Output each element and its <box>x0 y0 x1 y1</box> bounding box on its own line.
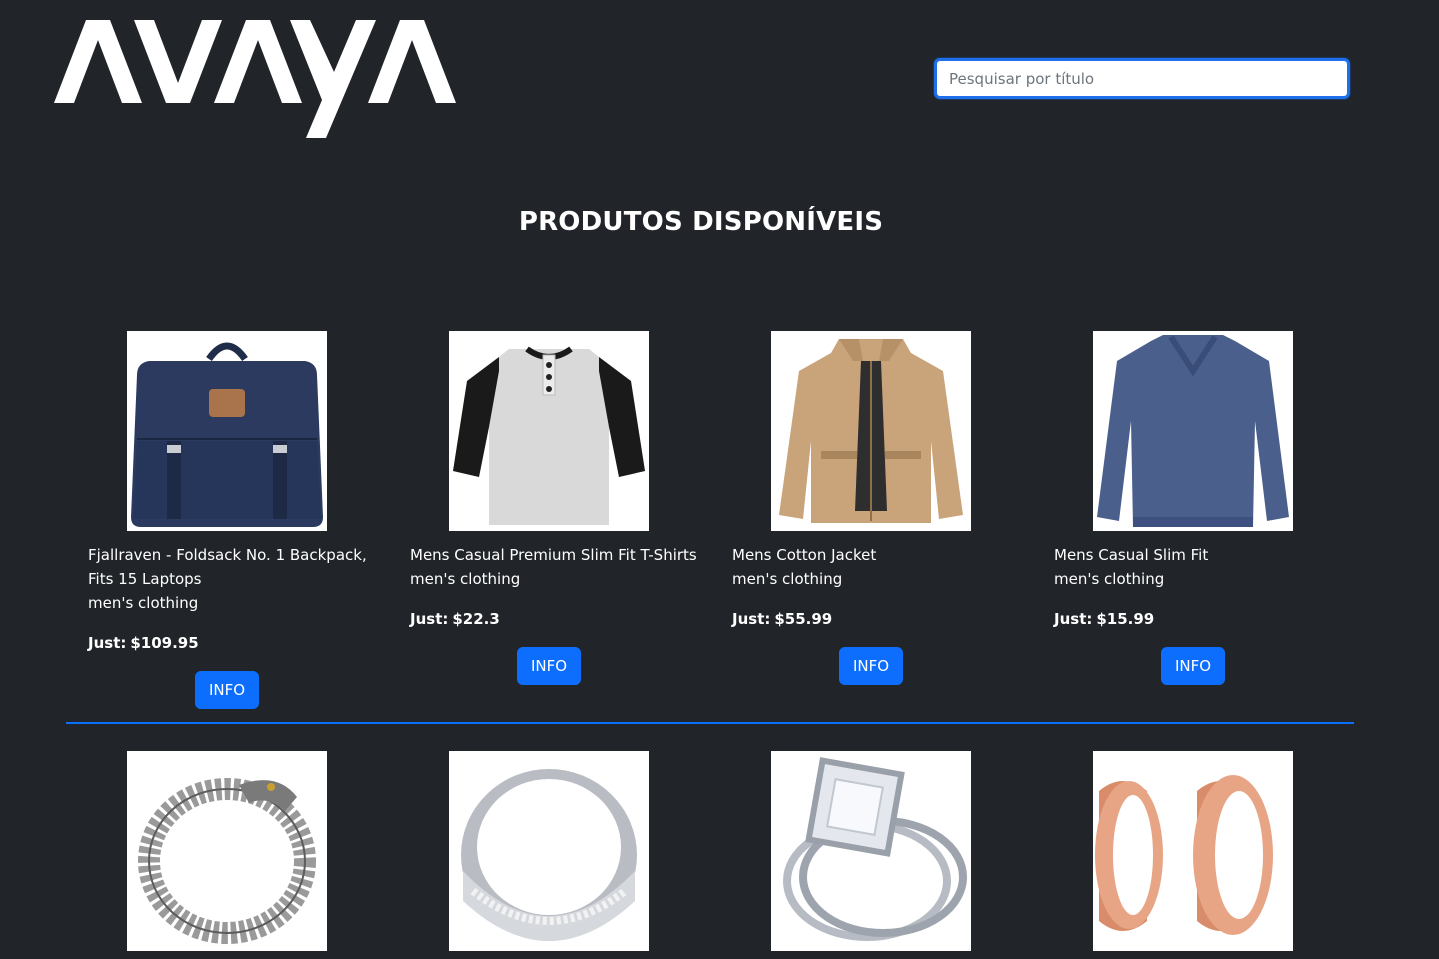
price-value: $15.99 <box>1096 610 1155 628</box>
product-title: Mens Casual Premium Slim Fit T-Shirts <box>410 546 697 564</box>
price-prefix: Just: <box>410 610 449 628</box>
product-title: Fjallraven - Foldsack No. 1 Backpack, Fi… <box>88 546 367 588</box>
product-image-long-sleeve-shirt[interactable] <box>1093 331 1293 531</box>
avaya-logo-mark <box>54 20 456 138</box>
product-image-silver-ring[interactable] <box>449 751 649 951</box>
row-divider <box>66 722 1354 724</box>
product-category: men's clothing <box>410 570 521 588</box>
price-value: $22.3 <box>452 610 500 628</box>
product-image-diamond-ring-set[interactable] <box>771 751 971 951</box>
avaya-logo <box>54 20 456 138</box>
product-price: Just: $109.95 <box>88 631 388 655</box>
product-image-rose-gold-plugs[interactable] <box>1093 751 1293 951</box>
product-image-raglan-tshirt[interactable] <box>449 331 649 531</box>
price-prefix: Just: <box>732 610 771 628</box>
product-title: Mens Casual Slim Fit <box>1054 546 1209 564</box>
info-button[interactable]: INFO <box>839 647 903 685</box>
search-input[interactable] <box>934 58 1350 99</box>
page-title: PRODUTOS DISPONÍVEIS <box>518 207 884 237</box>
product-category: men's clothing <box>1054 570 1165 588</box>
price-prefix: Just: <box>1054 610 1093 628</box>
product-image-jacket[interactable] <box>771 331 971 531</box>
product-price: Just: $15.99 <box>1054 607 1354 631</box>
product-title: Mens Cotton Jacket <box>732 546 877 564</box>
product-category: men's clothing <box>732 570 843 588</box>
product-image-dragon-bracelet[interactable] <box>127 751 327 951</box>
product-category: men's clothing <box>88 594 199 612</box>
info-button[interactable]: INFO <box>517 647 581 685</box>
product-price: Just: $55.99 <box>732 607 1032 631</box>
price-value: $109.95 <box>130 634 199 652</box>
price-prefix: Just: <box>88 634 127 652</box>
info-button[interactable]: INFO <box>1161 647 1225 685</box>
price-value: $55.99 <box>774 610 833 628</box>
info-button[interactable]: INFO <box>195 671 259 709</box>
product-price: Just: $22.3 <box>410 607 710 631</box>
product-image-backpack[interactable] <box>127 331 327 531</box>
